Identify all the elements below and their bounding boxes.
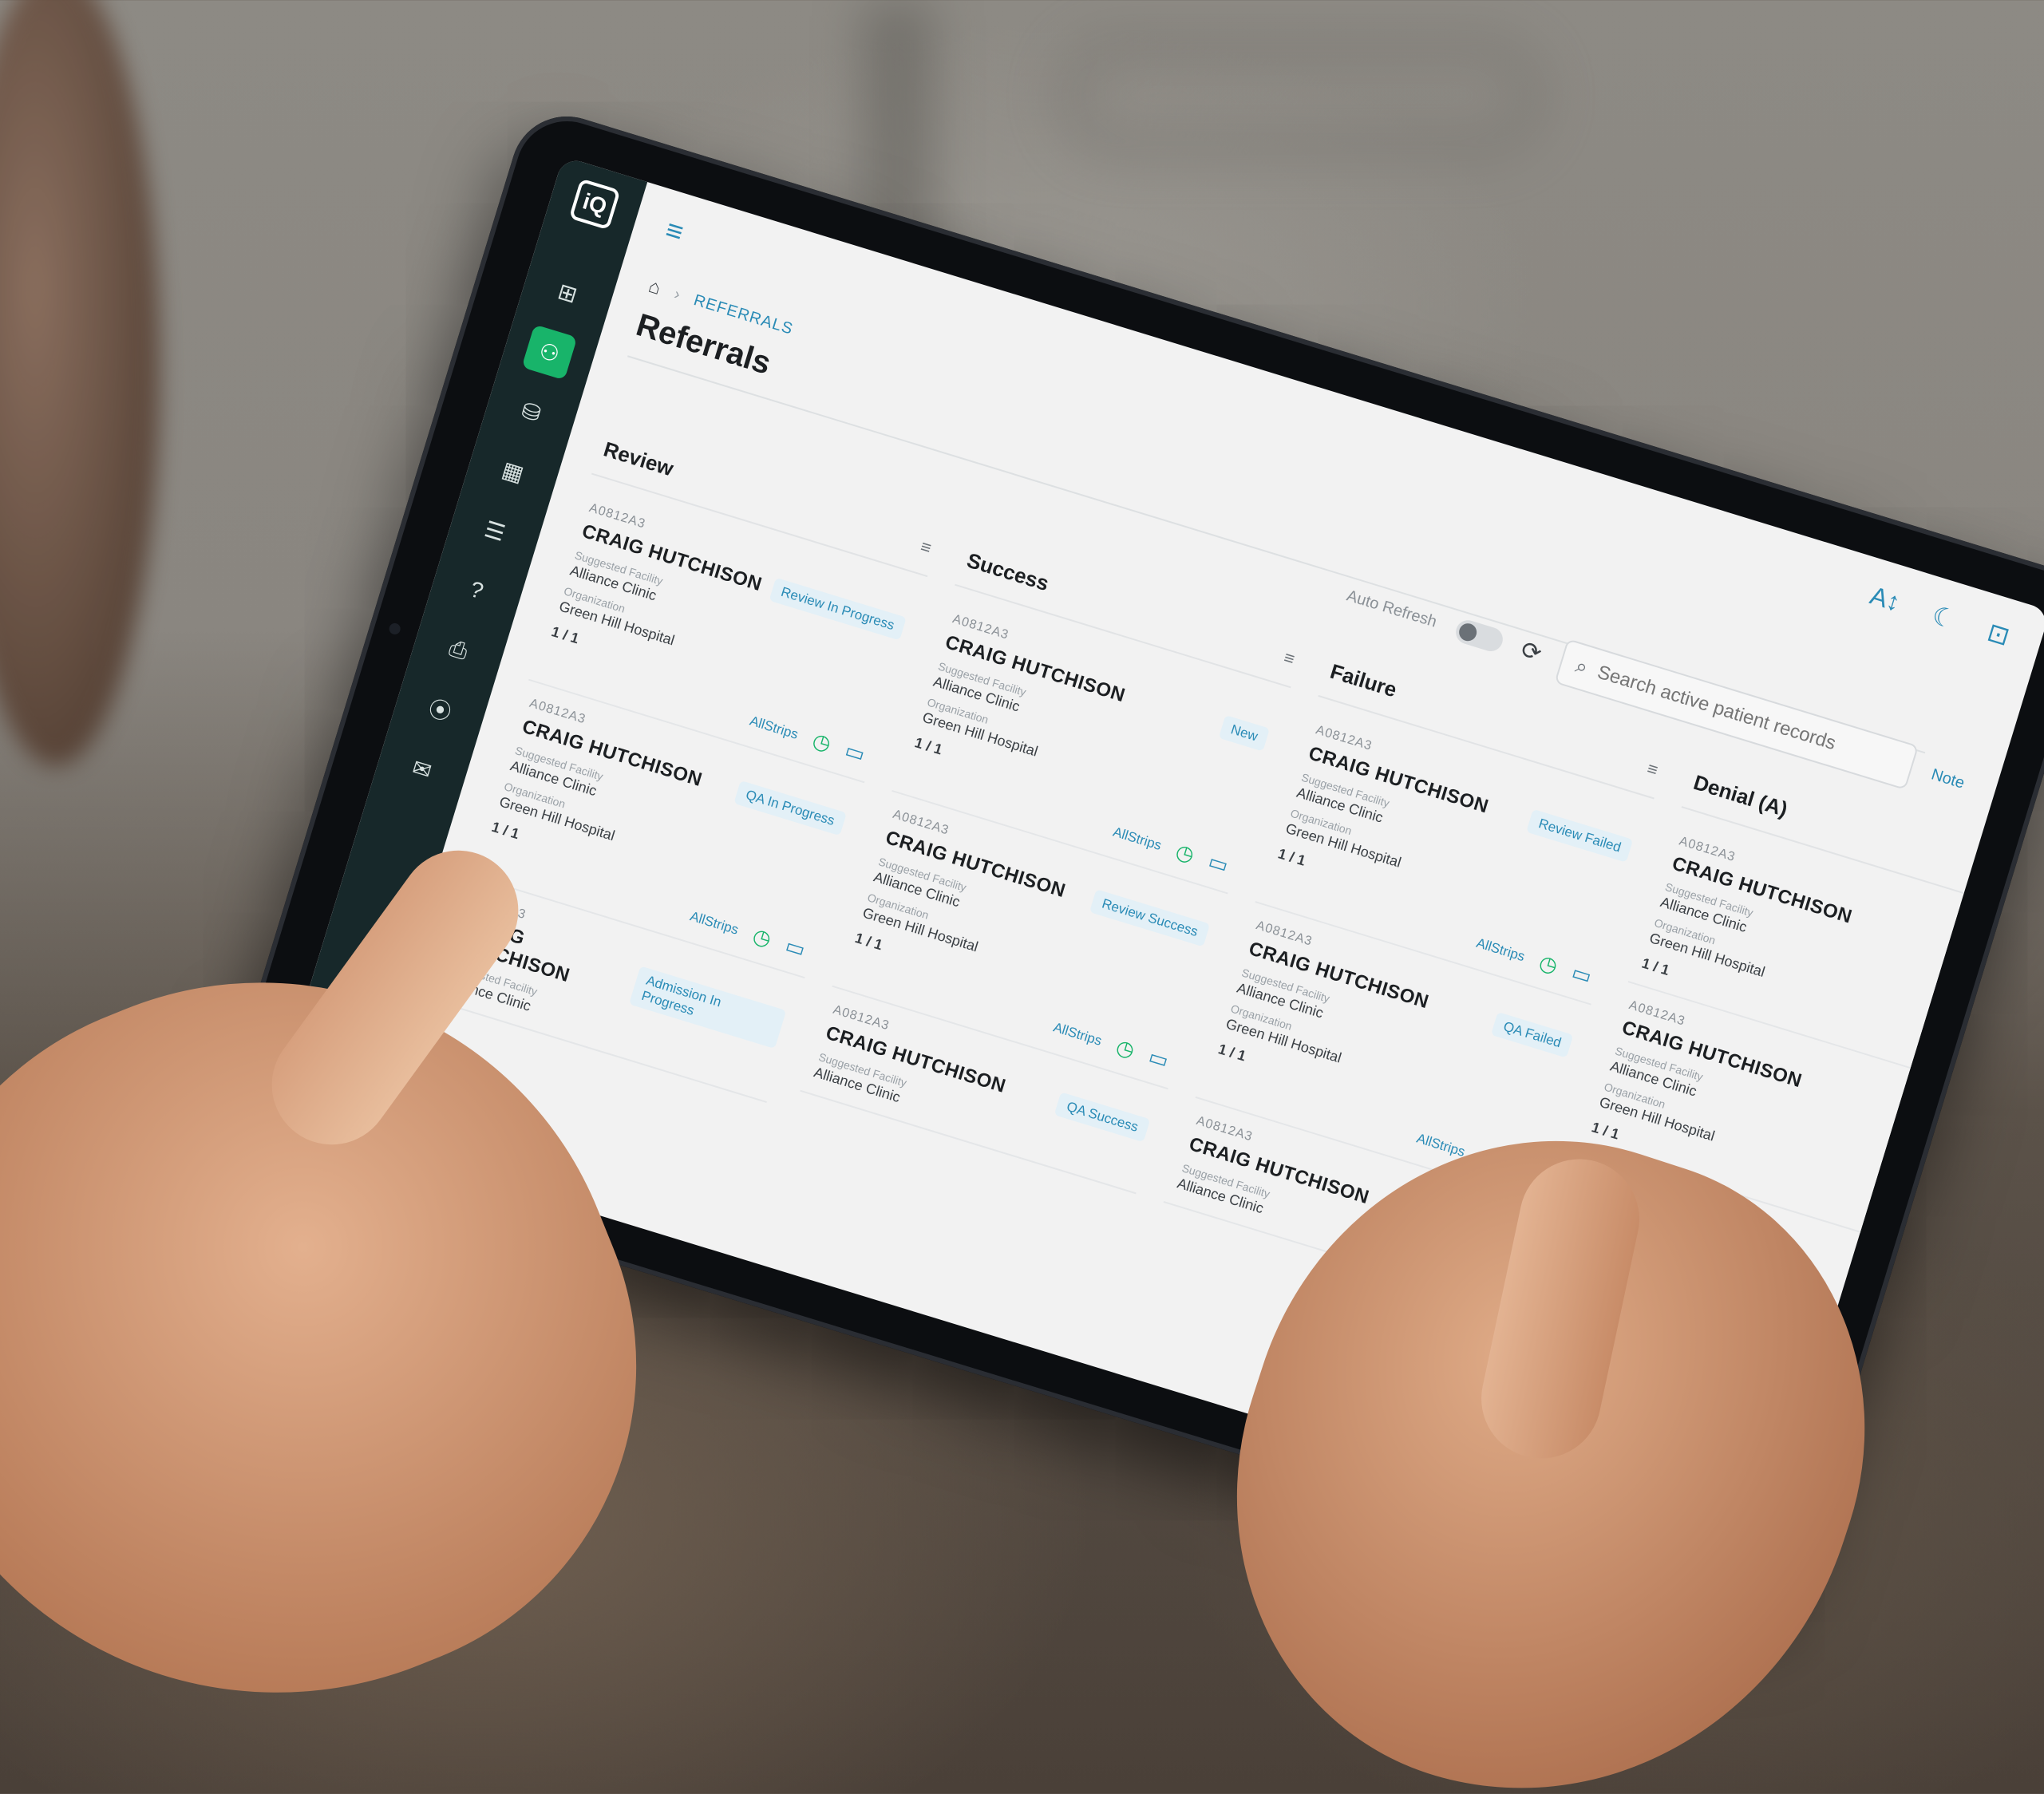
comment-icon[interactable]: ▭ [1145,1044,1172,1073]
sidebar-help-icon[interactable]: ? [449,563,504,618]
column-title: Success [964,547,1052,596]
clock-icon[interactable]: ◷ [1172,839,1197,867]
filter-icon[interactable]: ≡ [1645,758,1661,781]
column-title: Review [600,437,677,481]
filter-icon[interactable]: ≡ [1282,646,1298,670]
app-logo-icon[interactable]: iQ [568,178,621,231]
comment-icon[interactable]: ▭ [782,933,808,962]
sidebar-facility-icon[interactable]: ⛁ [504,384,559,440]
clock-icon[interactable]: ◷ [1536,950,1560,978]
sidebar-list-icon[interactable]: ☰ [467,503,523,559]
refresh-icon[interactable]: ⟳ [1518,635,1545,668]
sidebar-referrals-icon[interactable]: ⚇ [521,324,578,381]
comment-icon[interactable]: ▭ [842,737,868,767]
allstrips-link[interactable]: AllStrips [1111,824,1164,853]
note-link[interactable]: Note [1929,765,1967,792]
sidebar-documents-icon[interactable]: ⎙ [430,622,486,678]
clock-icon[interactable]: ◷ [749,923,774,952]
allstrips-link[interactable]: AllStrips [688,908,740,938]
notifications-icon[interactable]: ⊡ [1984,617,2014,652]
sidebar-grid-icon[interactable]: ▦ [485,444,541,500]
allstrips-link[interactable]: AllStrips [1415,1130,1467,1160]
breadcrumb-separator: › [672,285,683,304]
allstrips-link[interactable]: AllStrips [1051,1019,1104,1049]
allstrips-link[interactable]: AllStrips [1474,935,1527,964]
comment-icon[interactable]: ▭ [1205,849,1231,879]
dark-mode-icon[interactable]: ☾ [1928,599,1959,635]
search-icon: ⌕ [1572,653,1591,680]
clock-icon[interactable]: ◷ [1113,1034,1137,1063]
column-title: Denial (A) [1690,769,1791,822]
column-title: Failure [1327,658,1400,702]
allstrips-link[interactable]: AllStrips [748,713,800,742]
sidebar-dashboard-icon[interactable]: ⊞ [540,265,595,321]
home-icon[interactable]: ⌂ [646,275,664,300]
comment-icon[interactable]: ▭ [1568,960,1595,990]
background-blur-shape [1054,32,1548,160]
sidebar-location-icon[interactable]: ⦿ [413,682,468,737]
filter-icon[interactable]: ≡ [918,535,935,559]
clock-icon[interactable]: ◷ [809,728,833,757]
auto-refresh-toggle[interactable] [1453,617,1506,654]
sidebar-messages-icon[interactable]: ✉ [394,741,450,797]
background-person [0,0,160,766]
